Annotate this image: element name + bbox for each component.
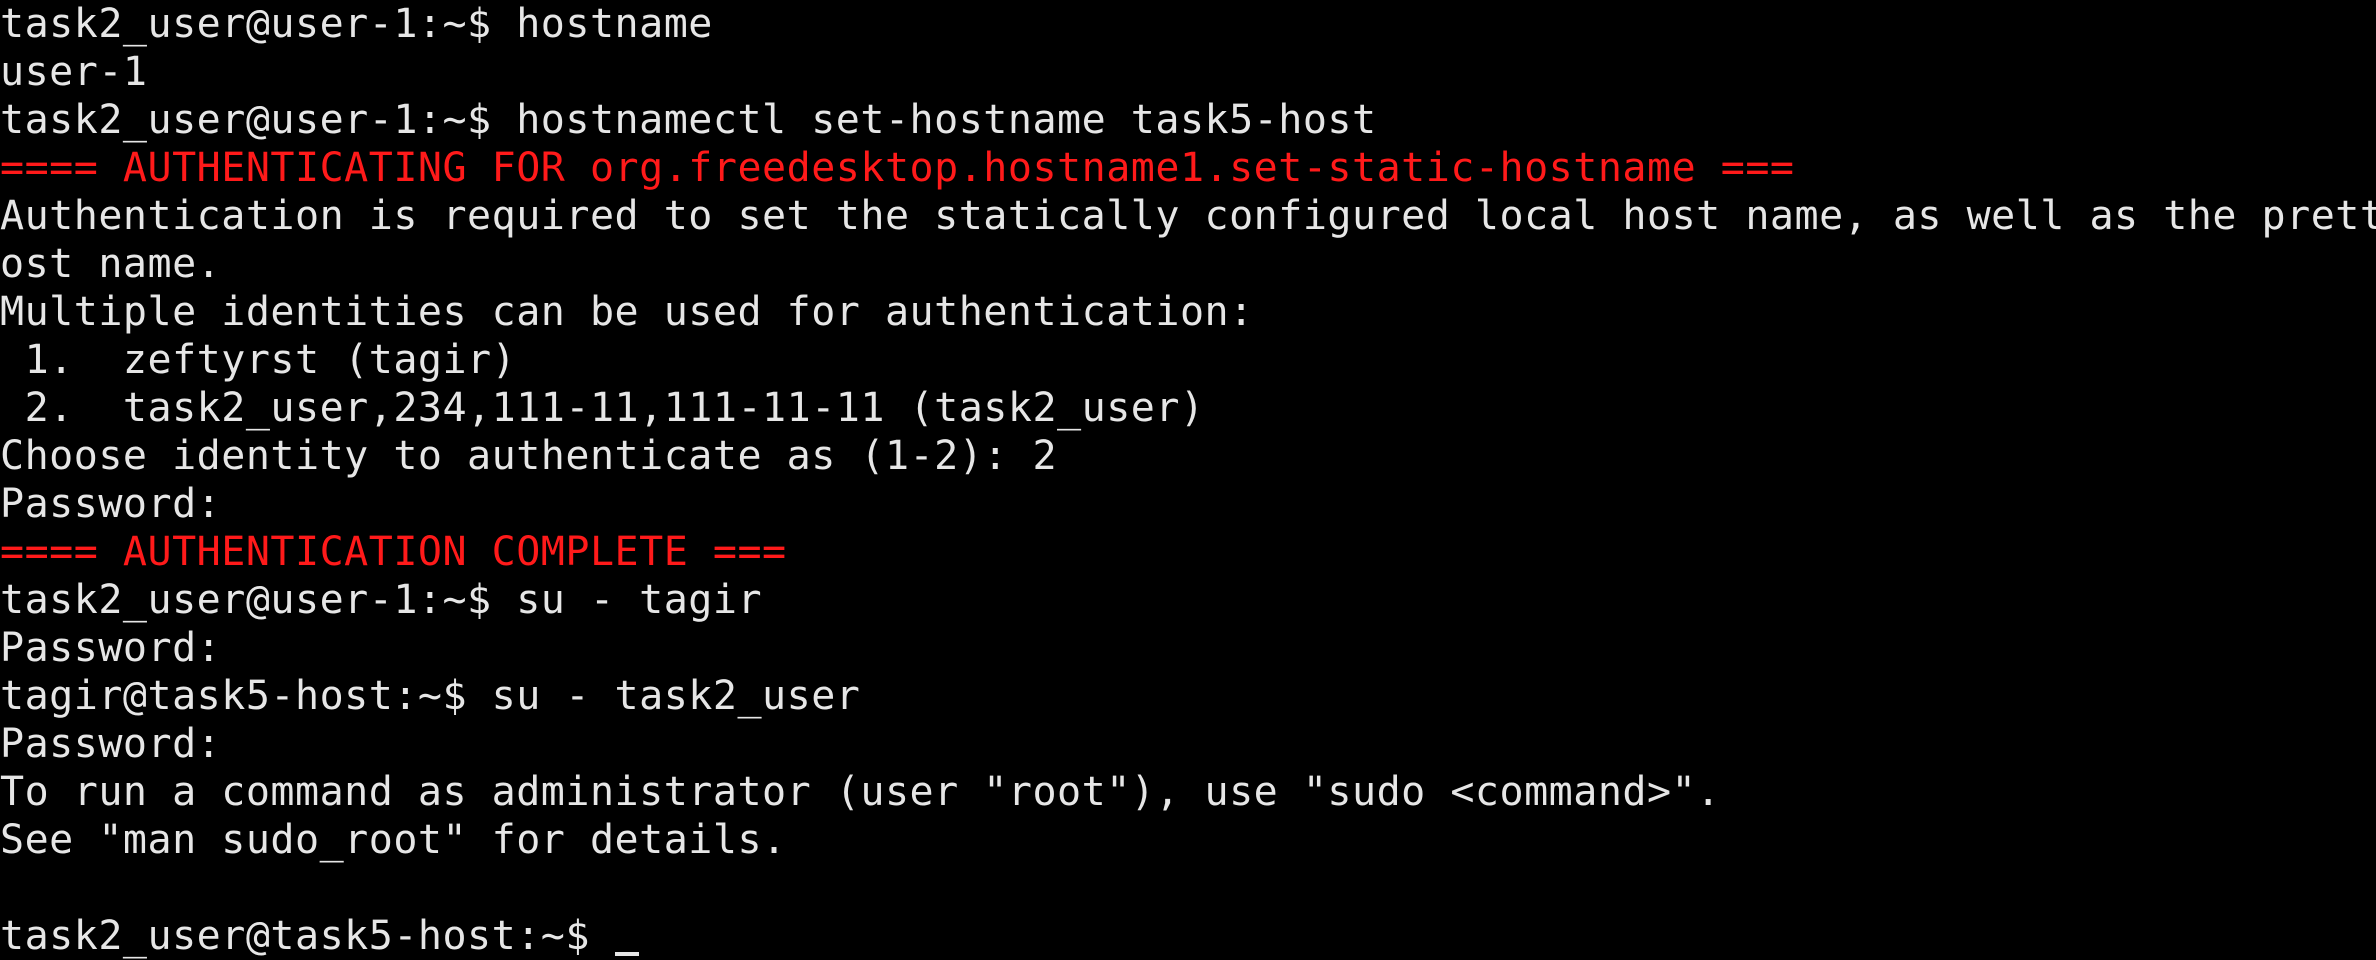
terminal-line: task2_user@user-1:~$ su - tagir — [0, 577, 763, 623]
auth-header-line: ==== AUTHENTICATING FOR org.freedesktop.… — [0, 145, 1795, 191]
password-prompt: Password: — [0, 625, 222, 671]
terminal-line: ost name. — [0, 241, 222, 287]
identity-option-1: 1. zeftyrst (tagir) — [0, 337, 517, 383]
terminal-line: See "man sudo_root" for details. — [0, 817, 787, 863]
terminal-line: task2_user@user-1:~$ hostnamectl set-hos… — [0, 97, 1377, 143]
terminal-line: Multiple identities can be used for auth… — [0, 289, 1254, 335]
terminal-line: user-1 — [0, 49, 148, 95]
terminal-line: Authentication is required to set the st… — [0, 193, 2376, 239]
auth-complete-line: ==== AUTHENTICATION COMPLETE === — [0, 529, 787, 575]
command-input-line[interactable]: task2_user@task5-host:~$ — [0, 912, 639, 960]
shell-prompt: task2_user@task5-host:~$ — [0, 913, 615, 959]
text-cursor — [614, 952, 639, 956]
terminal-line: task2_user@user-1:~$ hostname — [0, 1, 713, 47]
password-prompt: Password: — [0, 481, 222, 527]
terminal-window[interactable]: task2_user@user-1:~$ hostname user-1 tas… — [0, 0, 2376, 960]
identity-option-2: 2. task2_user,234,111-11,111-11-11 (task… — [0, 385, 1205, 431]
terminal-line: tagir@task5-host:~$ su - task2_user — [0, 673, 861, 719]
terminal-line: Choose identity to authenticate as (1-2)… — [0, 433, 1058, 479]
password-prompt: Password: — [0, 721, 222, 767]
terminal-line: To run a command as administrator (user … — [0, 769, 1721, 815]
